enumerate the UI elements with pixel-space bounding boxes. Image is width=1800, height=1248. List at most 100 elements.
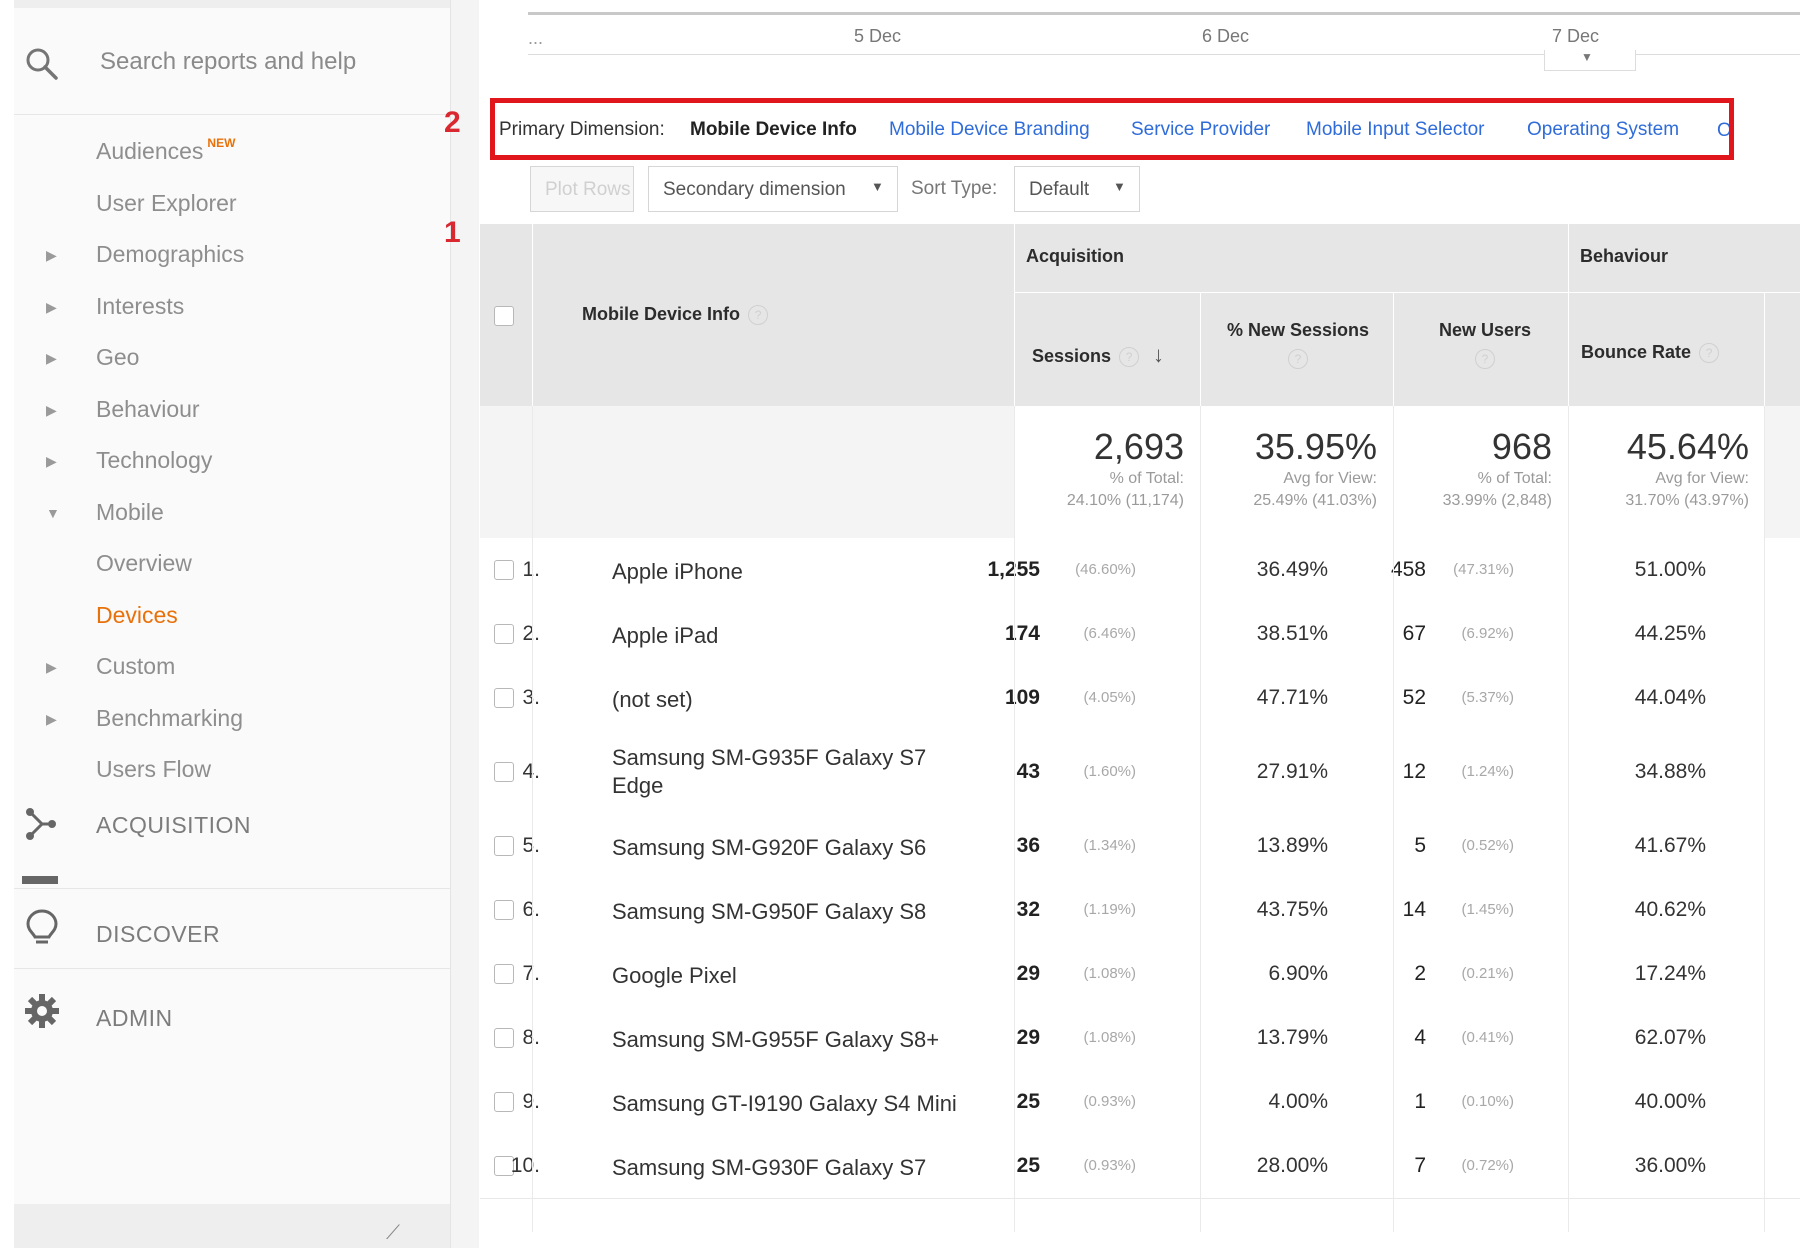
sessions-value: 109 bbox=[1004, 686, 1040, 709]
table-row[interactable]: 9. Samsung GT-I9190 Galaxy S4 Mini 25 (0.93… bbox=[480, 1070, 1800, 1135]
section-acquisition[interactable]: ACQUISITION bbox=[14, 790, 450, 860]
table-row[interactable]: 6. Samsung SM-G950F Galaxy S8 32 (1.19%) 43.… bbox=[480, 878, 1800, 943]
sessions-percent: (1.60%) bbox=[1083, 763, 1136, 780]
device-name-link[interactable]: Samsung SM-G950F Galaxy S8 bbox=[612, 898, 972, 926]
sessions-percent: (46.60%) bbox=[1075, 561, 1136, 578]
help-icon[interactable]: ? bbox=[1475, 349, 1495, 369]
row-number: 2. bbox=[480, 622, 540, 646]
bounce-rate-value: 41.67% bbox=[1634, 834, 1706, 857]
new-users-percent: (0.52%) bbox=[1461, 837, 1514, 854]
collapse-sidebar-icon[interactable]: ⟋ bbox=[386, 1222, 400, 1245]
totals-bounce-detail: 31.70% (43.97%) bbox=[1625, 492, 1749, 509]
dimension-link-mobile-device-branding[interactable]: Mobile Device Branding bbox=[889, 119, 1090, 141]
dimension-link-service-provider[interactable]: Service Provider bbox=[1131, 119, 1270, 141]
device-name-link[interactable]: Samsung GT-I9190 Galaxy S4 Mini bbox=[612, 1090, 972, 1118]
secondary-dimension-select[interactable]: Secondary dimension ▼ bbox=[648, 166, 898, 212]
sidebar-item-interests[interactable]: ▶ Interests bbox=[14, 281, 450, 333]
bounce-rate-value: 40.00% bbox=[1634, 1090, 1706, 1113]
dimension-link-mobile-input-selector[interactable]: Mobile Input Selector bbox=[1306, 119, 1485, 141]
search-input[interactable]: Search reports and help bbox=[100, 48, 356, 76]
dimension-link-other[interactable]: Other ▾ bbox=[1717, 119, 1729, 142]
device-name-link[interactable]: Samsung SM-G935F Galaxy S7 Edge bbox=[612, 744, 972, 800]
sidebar-item-behaviour[interactable]: ▶ Behaviour bbox=[14, 384, 450, 436]
expand-arrow-icon[interactable]: ▶ bbox=[46, 711, 57, 728]
new-users-value: 12 bbox=[1402, 760, 1426, 783]
new-sessions-value: 28.00% bbox=[1256, 1154, 1328, 1177]
device-name-link[interactable]: Samsung SM-G920F Galaxy S6 bbox=[612, 834, 972, 862]
device-name-link[interactable]: Samsung SM-G955F Galaxy S8+ bbox=[612, 1026, 972, 1054]
plot-rows-button[interactable]: Plot Rows bbox=[530, 166, 634, 212]
sidebar-item-overview[interactable]: Overview bbox=[14, 538, 450, 590]
column-header-bounce-rate[interactable]: Bounce Rate? bbox=[1581, 342, 1720, 364]
expand-arrow-icon[interactable]: ▶ bbox=[46, 350, 57, 367]
help-icon[interactable]: ? bbox=[1119, 347, 1140, 368]
device-name-link[interactable]: Samsung SM-G930F Galaxy S7 bbox=[612, 1154, 972, 1182]
new-users-percent: (1.45%) bbox=[1461, 901, 1514, 918]
collapse-arrow-icon[interactable]: ▼ bbox=[46, 505, 60, 521]
column-header-sessions[interactable]: Sessions? ↓ bbox=[1032, 342, 1164, 368]
table-row[interactable]: 4. Samsung SM-G935F Galaxy S7 Edge 43 (1.60… bbox=[480, 730, 1800, 815]
expand-arrow-icon[interactable]: ▶ bbox=[46, 247, 57, 264]
sidebar-item-devices[interactable]: Devices bbox=[14, 590, 450, 642]
sessions-value: 25 bbox=[1016, 1090, 1040, 1113]
table-row[interactable]: 1.Apple iPhone1,255(46.60%)36.49%458(47.… bbox=[480, 538, 1800, 603]
totals-bounce-value: 45.64% bbox=[1626, 426, 1749, 467]
help-icon[interactable]: ? bbox=[748, 305, 769, 326]
expand-arrow-icon[interactable]: ▶ bbox=[46, 659, 57, 676]
sidebar-item-user-explorer[interactable]: User Explorer bbox=[14, 178, 450, 230]
search-icon[interactable] bbox=[24, 46, 60, 82]
timeline-tick: 5 Dec bbox=[854, 26, 902, 46]
table-row[interactable]: 3. (not set) 109 (4.05%) 47.71% 52 (5.37%) 44.0… bbox=[480, 666, 1800, 731]
sidebar-item-technology[interactable]: ▶ Technology bbox=[14, 435, 450, 487]
column-header-mobile-device-info[interactable]: Mobile Device Info? bbox=[582, 304, 769, 326]
table-row[interactable]: 7. Google Pixel 29 (1.08%) 6.90% 2 (0.21%) 17.2… bbox=[480, 942, 1800, 1007]
dimension-link-operating-system[interactable]: Operating System bbox=[1527, 119, 1679, 141]
table-row[interactable]: 5. Samsung SM-G920F Galaxy S6 36 (1.34%) 13.… bbox=[480, 814, 1800, 879]
device-name-link[interactable]: Google Pixel bbox=[612, 962, 972, 990]
table-row[interactable]: 8. Samsung SM-G955F Galaxy S8+ 29 (1.08%) 13… bbox=[480, 1006, 1800, 1071]
sidebar-item-custom[interactable]: ▶ Custom bbox=[14, 641, 450, 693]
chevron-down-icon: ▼ bbox=[1113, 179, 1126, 194]
select-all-checkbox[interactable] bbox=[494, 306, 514, 326]
device-name-link[interactable]: Apple iPhone bbox=[612, 558, 972, 586]
section-admin[interactable]: ADMIN bbox=[14, 968, 450, 1047]
totals-new-sessions-value: 35.95% bbox=[1254, 426, 1377, 467]
sidebar-item-geo[interactable]: ▶ Geo bbox=[14, 332, 450, 384]
sidebar-top-strip bbox=[14, 0, 450, 8]
column-header-new-sessions[interactable]: % New Sessions? bbox=[1218, 320, 1378, 369]
expand-arrow-icon[interactable]: ▶ bbox=[46, 299, 57, 316]
column-header-label: Sessions bbox=[1032, 346, 1112, 366]
totals-new-users-caption: % of Total: bbox=[1477, 470, 1552, 487]
device-name-link[interactable]: Apple iPad bbox=[612, 622, 972, 650]
expand-arrow-icon[interactable]: ▶ bbox=[46, 453, 57, 470]
bounce-rate-value: 62.07% bbox=[1634, 1026, 1706, 1049]
sidebar-item-label: Benchmarking bbox=[96, 705, 244, 731]
sidebar-item-audiences[interactable]: Audiences NEW bbox=[14, 126, 450, 178]
primary-dimension-label: Primary Dimension: bbox=[499, 119, 665, 140]
row-number: 8. bbox=[480, 1026, 540, 1050]
device-name-link[interactable]: (not set) bbox=[612, 686, 972, 714]
sidebar-item-benchmarking[interactable]: ▶ Benchmarking bbox=[14, 693, 450, 745]
sidebar-item-users-flow[interactable]: Users Flow bbox=[14, 744, 450, 796]
row-number: 1. bbox=[480, 558, 540, 582]
table-row[interactable]: 10. Samsung SM-G930F Galaxy S7 25 (0.93%) 28… bbox=[480, 1134, 1800, 1199]
totals-new-sessions-caption: Avg for View: bbox=[1283, 470, 1377, 487]
column-header-new-users[interactable]: New Users? bbox=[1400, 320, 1570, 369]
sidebar-item-label: Behaviour bbox=[96, 396, 200, 422]
sidebar-item-demographics[interactable]: ▶ Demographics bbox=[14, 229, 450, 281]
expand-arrow-icon[interactable]: ▶ bbox=[46, 402, 57, 419]
sort-descending-icon[interactable]: ↓ bbox=[1153, 342, 1164, 367]
sessions-percent: (0.93%) bbox=[1083, 1157, 1136, 1174]
help-icon[interactable]: ? bbox=[1288, 349, 1308, 369]
sidebar-gutter bbox=[451, 0, 479, 1248]
header-divider bbox=[532, 224, 533, 406]
table-row[interactable]: 2. Apple iPad 174 (6.46%) 38.51% 67 (6.92%) 44.… bbox=[480, 602, 1800, 667]
sidebar-item-mobile[interactable]: ▼ Mobile bbox=[14, 487, 450, 539]
search-row[interactable]: Search reports and help bbox=[14, 26, 450, 115]
help-icon[interactable]: ? bbox=[1699, 343, 1720, 364]
sort-type-select[interactable]: Default ▼ bbox=[1014, 166, 1140, 212]
row-number: 7. bbox=[480, 962, 540, 986]
section-discover[interactable]: DISCOVER bbox=[14, 888, 450, 967]
sessions-value: 32 bbox=[1016, 898, 1040, 921]
chart-resize-handle[interactable]: ▼ bbox=[1544, 50, 1636, 71]
